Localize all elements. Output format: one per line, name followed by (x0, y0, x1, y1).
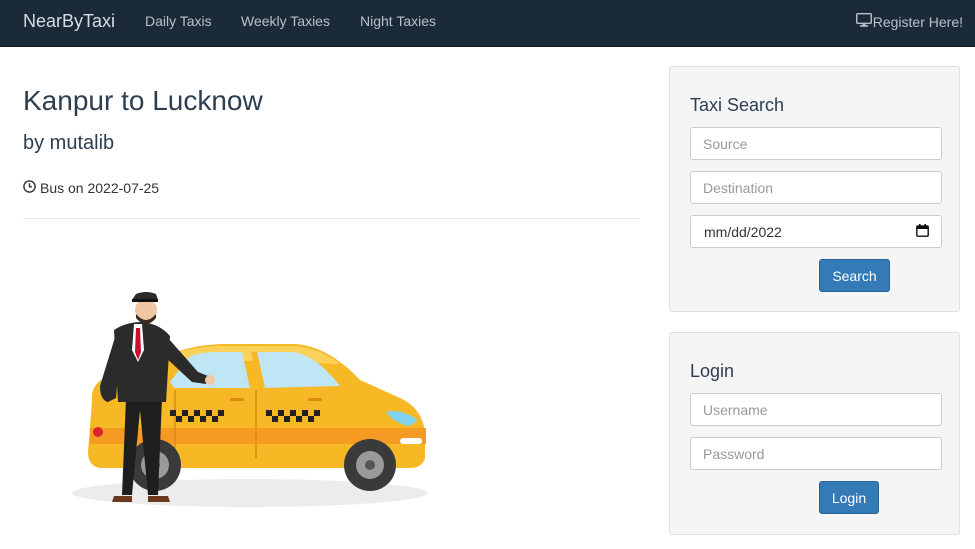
username-input[interactable] (690, 393, 942, 426)
top-navbar: NearByTaxi Daily Taxis Weekly Taxies Nig… (0, 0, 975, 47)
date-input[interactable]: mm/dd/2022 (690, 215, 942, 248)
monitor-icon (855, 12, 872, 30)
login-button[interactable]: Login (819, 481, 879, 514)
password-input[interactable] (690, 437, 942, 470)
ride-author: by mutalib (23, 132, 115, 154)
taxi-driver-illustration (70, 290, 435, 520)
register-link[interactable]: Register Here! (855, 12, 963, 30)
ride-meta-text: Bus on 2022-07-25 (40, 180, 160, 196)
date-input-value: mm/dd/2022 (704, 223, 782, 240)
nav-link-weekly-taxies[interactable]: Weekly Taxies (241, 13, 330, 29)
ride-title: Kanpur to Lucknow (23, 85, 263, 116)
register-label: Register Here! (872, 13, 963, 30)
nav-link-daily-taxis[interactable]: Daily Taxis (145, 13, 212, 29)
clock-icon (23, 180, 36, 196)
content-divider (23, 218, 639, 219)
nav-link-night-taxies[interactable]: Night Taxies (360, 13, 436, 29)
login-heading: Login (690, 361, 735, 381)
taxi-search-heading: Taxi Search (690, 95, 785, 115)
ride-meta: Bus on 2022-07-25 (23, 180, 159, 196)
destination-input[interactable] (690, 171, 942, 204)
search-button[interactable]: Search (819, 259, 890, 292)
login-panel: Login Login (669, 332, 960, 535)
source-input[interactable] (690, 127, 942, 160)
calendar-icon[interactable] (916, 223, 929, 240)
brand-logo-link[interactable]: NearByTaxi (23, 11, 115, 32)
taxi-search-panel: Taxi Search mm/dd/2022 Search (669, 66, 960, 312)
